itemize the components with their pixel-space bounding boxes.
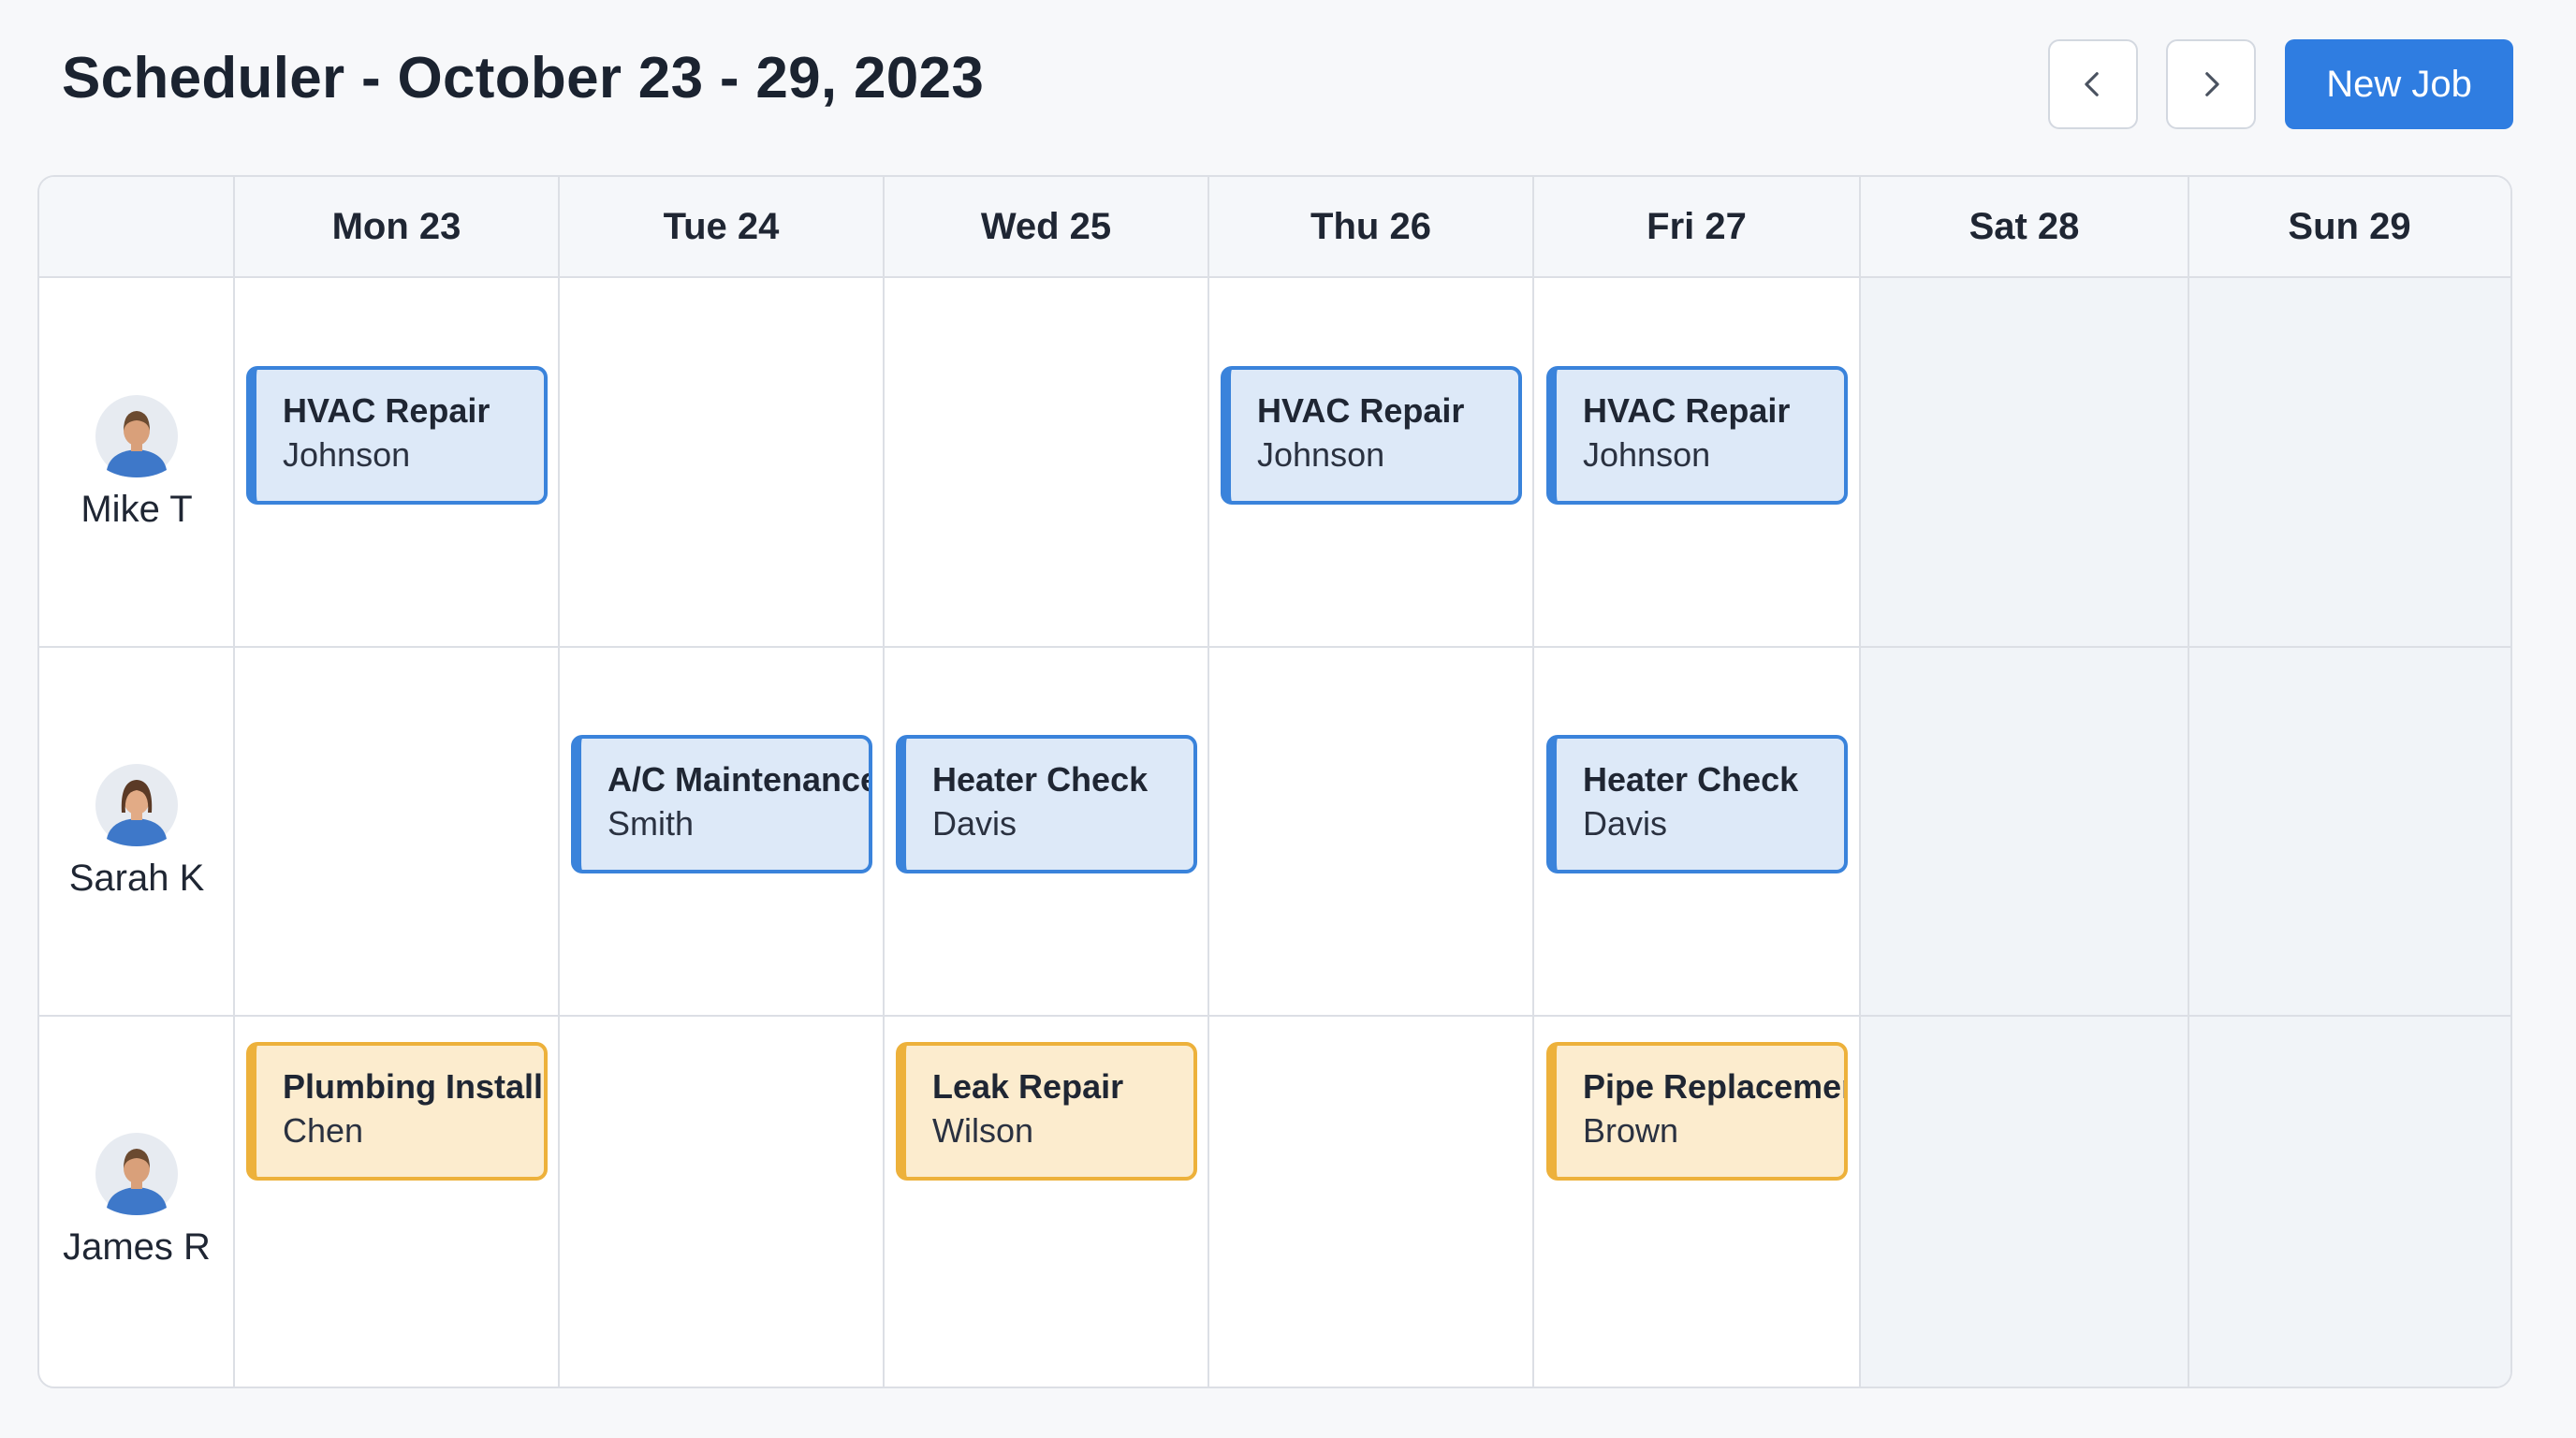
job-title: Leak Repair [932,1067,1124,1106]
job-client: Johnson [1257,435,1385,474]
job-title: HVAC Repair [283,391,490,430]
job-client: Davis [1583,804,1668,843]
job-card[interactable]: Heater Check Davis [1546,735,1848,873]
job-title: Heater Check [932,760,1149,799]
schedule-grid: Mon 23 Tue 24 Wed 25 Thu 26 Fri 27 Sat 28 Sun … [37,175,2512,1388]
new-job-button[interactable]: New Job [2285,39,2513,129]
column-divider [1859,177,1861,1387]
job-title: HVAC Repair [1257,391,1465,430]
job-client: Johnson [283,435,411,474]
technician-cell: Mike T [39,278,234,647]
male-avatar-icon [95,394,178,477]
job-client: Johnson [1583,435,1711,474]
day-header: Wed 25 [980,205,1112,247]
technician-cell: Sarah K [39,647,234,1016]
job-title: HVAC Repair [1583,391,1791,430]
job-card[interactable]: Heater Check Davis [896,735,1197,873]
day-header: Mon 23 [331,205,461,247]
technician-cell: James R [39,1016,234,1385]
column-divider [558,177,560,1387]
job-client: Wilson [932,1111,1034,1150]
chevron-left-icon [2085,72,2099,96]
job-title: Plumbing Install [283,1067,544,1106]
day-header: Fri 27 [1647,205,1747,247]
technician-name: Sarah K [68,857,205,899]
job-card[interactable]: HVAC Repair Johnson [1221,366,1522,505]
job-client: Chen [283,1111,364,1150]
row-divider [39,646,2510,648]
weekend-column-shade [2188,278,2510,1387]
job-client: Brown [1583,1111,1679,1150]
day-header: Thu 26 [1310,205,1431,247]
male-avatar-icon [95,1132,178,1215]
day-header: Tue 24 [663,205,780,247]
day-header-row: Mon 23 Tue 24 Wed 25 Thu 26 Fri 27 Sat 28 Sun … [39,177,2510,278]
job-card[interactable]: A/C Maintenance Smith [571,735,872,873]
row-divider [39,1015,2510,1017]
job-client: Davis [932,804,1017,843]
column-divider [1208,177,1209,1387]
column-divider [1532,177,1534,1387]
column-divider [883,177,885,1387]
job-card[interactable]: Leak Repair Wilson [896,1042,1197,1181]
job-title: Heater Check [1583,760,1799,799]
chevron-right-icon [2205,72,2219,96]
female-avatar-icon [95,763,178,846]
technician-name: Mike T [80,488,193,530]
page-title: Scheduler - October 23 - 29, 2023 [62,46,985,110]
weekend-column-shade [1860,278,2188,1387]
job-card[interactable]: HVAC Repair Johnson [1546,366,1848,505]
technician-name: James R [63,1225,211,1268]
job-card[interactable]: HVAC Repair Johnson [246,366,548,505]
day-header: Sat 28 [1969,205,2080,247]
next-week-button[interactable] [2166,39,2256,129]
day-header: Sun 29 [2288,205,2411,247]
job-card[interactable]: Pipe Replacement Brown [1546,1042,1848,1181]
job-card[interactable]: Plumbing Install Chen [246,1042,548,1181]
column-divider [2188,177,2189,1387]
job-title: Pipe Replacement [1583,1067,1848,1106]
job-client: Smith [607,804,695,843]
job-title: A/C Maintenance [607,760,872,799]
scheduler-header: Scheduler - October 23 - 29, 2023 New Jo… [0,0,2576,169]
previous-week-button[interactable] [2048,39,2138,129]
